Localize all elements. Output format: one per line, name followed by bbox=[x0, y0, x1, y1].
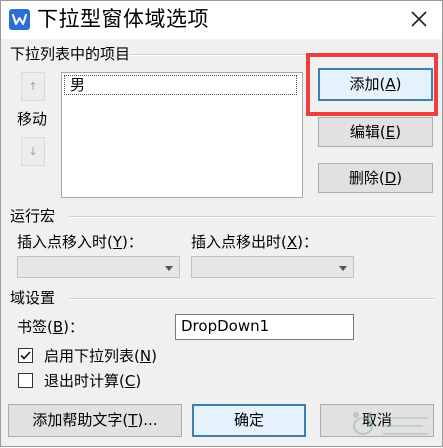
dropdown-items-list[interactable]: 男 bbox=[61, 72, 303, 198]
checkmark-icon bbox=[20, 351, 31, 360]
add-help-text-button[interactable]: 添加帮助文字(T)... bbox=[8, 404, 182, 437]
wps-writer-icon bbox=[9, 9, 30, 30]
edit-button-label: 编辑(E) bbox=[349, 123, 402, 141]
list-group-header: 下拉列表中的项目 bbox=[10, 45, 131, 63]
arrow-down-icon: ↓ bbox=[28, 145, 38, 158]
enable-dropdown-label[interactable]: 启用下拉列表(N) bbox=[44, 347, 157, 365]
dialog-title: 下拉型窗体域选项 bbox=[37, 7, 209, 31]
add-help-text-label: 添加帮助文字(T)... bbox=[32, 411, 158, 429]
edit-button[interactable]: 编辑(E) bbox=[318, 117, 433, 147]
ok-button[interactable]: 确定 bbox=[192, 404, 306, 437]
enable-dropdown-checkbox[interactable] bbox=[18, 348, 33, 363]
delete-button-label: 删除(D) bbox=[348, 169, 403, 187]
chevron-down-icon bbox=[165, 266, 173, 271]
calc-on-exit-label[interactable]: 退出时计算(C) bbox=[44, 372, 141, 390]
move-down-button[interactable]: ↓ bbox=[21, 137, 45, 166]
field-group-header: 域设置 bbox=[10, 289, 56, 307]
exit-macro-select[interactable] bbox=[191, 256, 354, 278]
bookmark-input[interactable]: DropDown1 bbox=[175, 314, 354, 340]
macro-group-divider bbox=[70, 216, 434, 218]
list-group-divider bbox=[130, 54, 311, 56]
highlight-box bbox=[306, 53, 438, 116]
close-icon[interactable] bbox=[406, 6, 432, 32]
chevron-down-icon bbox=[339, 266, 347, 271]
move-label: 移动 bbox=[17, 110, 48, 128]
entry-macro-select[interactable] bbox=[17, 256, 180, 278]
bookmark-label: 书签(B)： bbox=[17, 318, 85, 336]
list-item[interactable]: 男 bbox=[64, 75, 297, 95]
calc-on-exit-checkbox[interactable] bbox=[18, 373, 33, 388]
exit-macro-label: 插入点移出时(X)： bbox=[191, 233, 318, 251]
macro-group-header: 运行宏 bbox=[10, 207, 56, 225]
entry-macro-label: 插入点移入时(Y)： bbox=[17, 233, 143, 251]
arrow-up-icon: ↑ bbox=[28, 80, 38, 93]
field-group-divider bbox=[70, 298, 434, 300]
delete-button[interactable]: 删除(D) bbox=[318, 163, 433, 193]
baidu-watermark-logo bbox=[345, 404, 440, 444]
move-up-button[interactable]: ↑ bbox=[21, 72, 45, 101]
